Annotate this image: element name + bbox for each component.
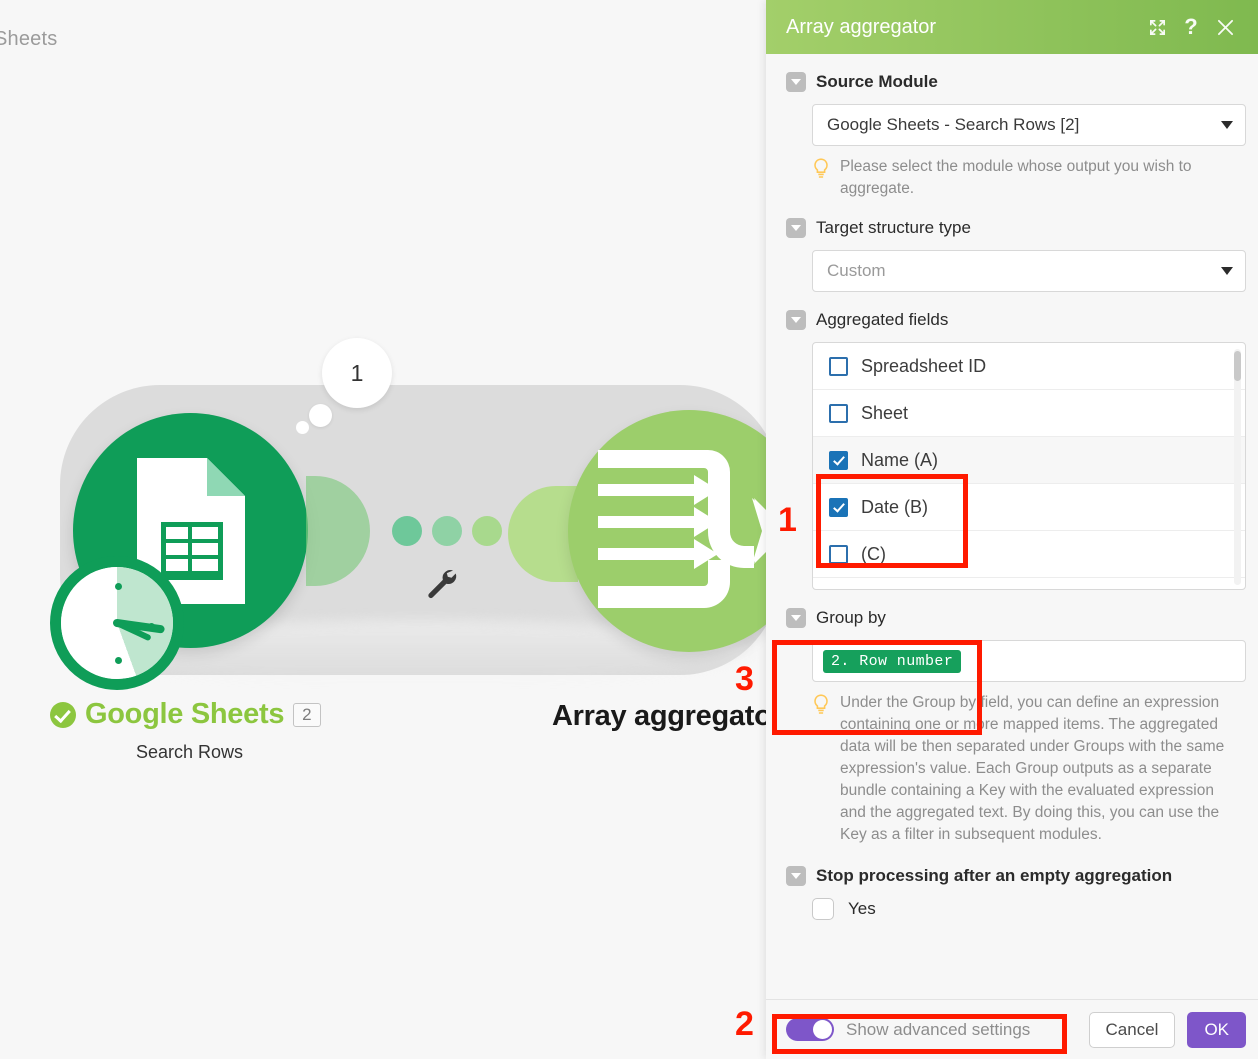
connector-dot bbox=[432, 516, 462, 546]
section-header-stop-processing[interactable]: Stop processing after an empty aggregati… bbox=[766, 866, 1258, 886]
ok-button[interactable]: OK bbox=[1187, 1011, 1246, 1048]
chevron-down-icon bbox=[786, 72, 806, 92]
list-item-label: Spreadsheet ID bbox=[861, 355, 987, 376]
group-by-input[interactable]: 2. Row number bbox=[812, 640, 1246, 682]
source-module-hint-text: Please select the module whose output yo… bbox=[840, 158, 1192, 197]
sheets-module-label-row: Google Sheets 2 bbox=[50, 698, 321, 731]
group-by-hint-text: Under the Group by field, you can define… bbox=[840, 694, 1225, 843]
scrollbar-thumb[interactable] bbox=[1234, 351, 1241, 381]
annotation-number-1: 1 bbox=[778, 501, 797, 539]
chevron-down-icon bbox=[786, 866, 806, 886]
section-header-target-structure-type[interactable]: Target structure type bbox=[766, 218, 1258, 238]
scrollbar-track[interactable] bbox=[1234, 349, 1241, 585]
scenario-canvas[interactable]: Sheets 1 Google Sheets 2 Search Rows Arr… bbox=[0, 0, 766, 1059]
group-by-hint: Under the Group by field, you can define… bbox=[812, 692, 1246, 846]
checkbox-unchecked[interactable] bbox=[829, 403, 848, 423]
checkbox-unchecked[interactable] bbox=[829, 356, 848, 376]
array-aggregator-settings-panel: Array aggregator ? Source Module Google … bbox=[766, 0, 1258, 1059]
stop-processing-yes-row[interactable]: Yes bbox=[812, 898, 1246, 920]
list-item-label: Date (B) bbox=[861, 496, 929, 517]
list-item-label: (C) bbox=[861, 543, 886, 564]
array-aggregator-icon bbox=[598, 450, 766, 608]
advanced-settings-label: Show advanced settings bbox=[846, 1019, 1031, 1039]
list-item-label: Name (A) bbox=[861, 449, 939, 470]
group-by-label: Group by bbox=[816, 608, 886, 627]
source-module-label: Source Module bbox=[816, 72, 938, 91]
connector-dot bbox=[472, 516, 502, 546]
group-by-token[interactable]: 2. Row number bbox=[823, 649, 962, 673]
panel-title: Array aggregator bbox=[786, 15, 937, 38]
connector-dot bbox=[392, 516, 422, 546]
lightbulb-icon bbox=[814, 158, 828, 178]
chevron-down-icon bbox=[1221, 267, 1233, 275]
panel-body: Source Module Google Sheets - Search Row… bbox=[766, 54, 1258, 999]
target-structure-type-value: Custom bbox=[827, 261, 886, 280]
list-item[interactable]: Name (A) bbox=[813, 437, 1245, 484]
module-array-aggregator[interactable] bbox=[568, 410, 766, 652]
section-header-aggregated-fields[interactable]: Aggregated fields bbox=[766, 310, 1258, 330]
sheets-module-badge: 2 bbox=[293, 702, 321, 727]
help-icon[interactable]: ? bbox=[1174, 10, 1208, 44]
checkbox-checked[interactable] bbox=[829, 497, 848, 517]
list-item[interactable]: Sheet bbox=[813, 390, 1245, 437]
advanced-settings-toggle[interactable] bbox=[786, 1018, 834, 1041]
chevron-down-icon bbox=[786, 218, 806, 238]
lightbulb-icon bbox=[814, 694, 828, 714]
source-module-value: Google Sheets - Search Rows [2] bbox=[827, 115, 1080, 134]
section-header-source-module[interactable]: Source Module bbox=[766, 72, 1258, 92]
list-item[interactable]: Date (B) bbox=[813, 484, 1245, 531]
annotation-number-2: 2 bbox=[735, 1005, 754, 1043]
wrench-icon[interactable] bbox=[424, 566, 458, 600]
check-circle-icon bbox=[50, 701, 76, 728]
canvas-top-left-label: Sheets bbox=[0, 28, 58, 50]
list-item[interactable]: (C) bbox=[813, 531, 1245, 578]
sheets-module-action: Search Rows bbox=[136, 742, 244, 762]
source-module-select[interactable]: Google Sheets - Search Rows [2] bbox=[812, 104, 1246, 146]
chevron-down-icon bbox=[786, 310, 806, 330]
source-module-hint: Please select the module whose output yo… bbox=[812, 156, 1246, 200]
list-item-label: Sheet bbox=[861, 402, 909, 423]
expand-icon[interactable] bbox=[1140, 10, 1174, 44]
chevron-down-icon bbox=[1221, 121, 1233, 129]
panel-footer: Show advanced settings Cancel OK bbox=[766, 999, 1258, 1059]
bundle-count-bubble: 1 bbox=[322, 338, 392, 408]
bubble-small bbox=[296, 421, 309, 434]
checkbox-unchecked[interactable] bbox=[829, 544, 848, 564]
annotation-number-3: 3 bbox=[735, 660, 754, 698]
list-item[interactable]: Spreadsheet ID bbox=[813, 343, 1245, 390]
close-icon[interactable] bbox=[1208, 10, 1242, 44]
panel-header: Array aggregator ? bbox=[766, 0, 1258, 54]
section-header-group-by[interactable]: Group by bbox=[766, 608, 1258, 628]
cancel-button[interactable]: Cancel bbox=[1088, 1011, 1176, 1048]
chevron-down-icon bbox=[786, 608, 806, 628]
stop-processing-label: Stop processing after an empty aggregati… bbox=[816, 866, 1173, 885]
sheets-module-name: Google Sheets bbox=[85, 698, 285, 730]
aggregated-fields-list[interactable]: Spreadsheet ID Sheet Name (A) Date (B) (… bbox=[812, 342, 1246, 590]
bubble-medium bbox=[309, 404, 332, 427]
checkbox-unchecked[interactable] bbox=[812, 898, 834, 920]
clock-icon bbox=[50, 556, 184, 690]
target-structure-type-label: Target structure type bbox=[816, 218, 971, 237]
target-structure-type-select[interactable]: Custom bbox=[812, 250, 1246, 292]
show-advanced-settings-control[interactable]: Show advanced settings bbox=[786, 1018, 1077, 1041]
aggregator-module-name: Array aggregator bbox=[552, 700, 766, 732]
stop-processing-yes-label: Yes bbox=[848, 899, 876, 918]
checkbox-checked[interactable] bbox=[829, 450, 848, 470]
aggregated-fields-label: Aggregated fields bbox=[816, 310, 949, 329]
